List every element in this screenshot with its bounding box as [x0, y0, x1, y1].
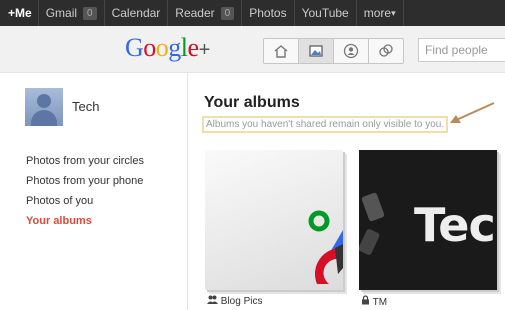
avatar-head: [37, 94, 51, 108]
me-link[interactable]: +Me: [0, 0, 39, 26]
sidebar: Tech Photos from your circles Photos fro…: [0, 73, 188, 310]
avatar[interactable]: [25, 88, 63, 126]
profile-button[interactable]: [334, 39, 369, 63]
top-bar: +Me Gmail 0 Calendar Reader 0 Photos You…: [0, 0, 505, 26]
more-menu[interactable]: more: [357, 0, 404, 26]
photos-icon: [309, 45, 323, 57]
search-input[interactable]: Find people: [418, 38, 505, 62]
album-caption-blog-pics[interactable]: Blog Pics: [207, 295, 262, 307]
photos-link[interactable]: Photos: [242, 0, 295, 26]
profile-icon: [343, 43, 359, 59]
youtube-link[interactable]: YouTube: [295, 0, 357, 26]
reader-label: Reader: [175, 6, 215, 20]
album-name: TM: [372, 297, 388, 308]
calendar-link[interactable]: Calendar: [105, 0, 169, 26]
gmail-link[interactable]: Gmail 0: [39, 0, 105, 26]
header: Google+ Find people: [0, 26, 505, 73]
sidebar-item-photos-of-you[interactable]: Photos of you: [26, 191, 144, 211]
people-icon: [207, 295, 218, 304]
album-caption-tm[interactable]: TM: [361, 295, 387, 308]
circles-icon: [379, 44, 393, 57]
album-cover-blog-pics[interactable]: [205, 150, 343, 290]
gmail-label: Gmail: [45, 6, 78, 20]
photos-button[interactable]: [299, 39, 334, 63]
logo-letter: o: [155, 33, 169, 62]
logo-letter: G: [125, 33, 144, 62]
privacy-notice: Albums you haven't shared remain only vi…: [202, 116, 449, 133]
sidebar-item-circles[interactable]: Photos from your circles: [26, 151, 144, 171]
sidebar-item-phone[interactable]: Photos from your phone: [26, 171, 144, 191]
album-cover-text: Tec: [414, 198, 496, 252]
nav-buttons: [263, 38, 404, 64]
reader-count-badge: 0: [220, 6, 235, 20]
home-button[interactable]: [264, 39, 299, 63]
profile-name[interactable]: Tech: [72, 99, 99, 114]
home-icon: [274, 45, 288, 58]
photos-nav: Photos from your circles Photos from you…: [26, 151, 144, 231]
avatar-body: [31, 110, 57, 126]
annotation-arrow: [450, 102, 495, 123]
logo-letter: o: [143, 33, 156, 62]
logo-letter: g: [168, 33, 181, 62]
album-cover-art: [308, 210, 343, 284]
logo-plus: +: [198, 39, 211, 61]
album-cover-tm[interactable]: Tec: [359, 150, 497, 290]
circles-button[interactable]: [369, 39, 403, 63]
gmail-count-badge: 0: [83, 6, 97, 20]
lock-icon: [362, 295, 369, 305]
logo-letter: l: [180, 33, 188, 62]
page-title: Your albums: [204, 94, 300, 111]
logo-wordmark: Google: [125, 33, 199, 62]
sidebar-item-your-albums[interactable]: Your albums: [26, 211, 144, 231]
reader-link[interactable]: Reader 0: [168, 0, 243, 26]
album-name: Blog Pics: [220, 296, 263, 307]
logo-letter: e: [187, 33, 200, 62]
google-plus-logo[interactable]: Google+: [125, 33, 210, 63]
